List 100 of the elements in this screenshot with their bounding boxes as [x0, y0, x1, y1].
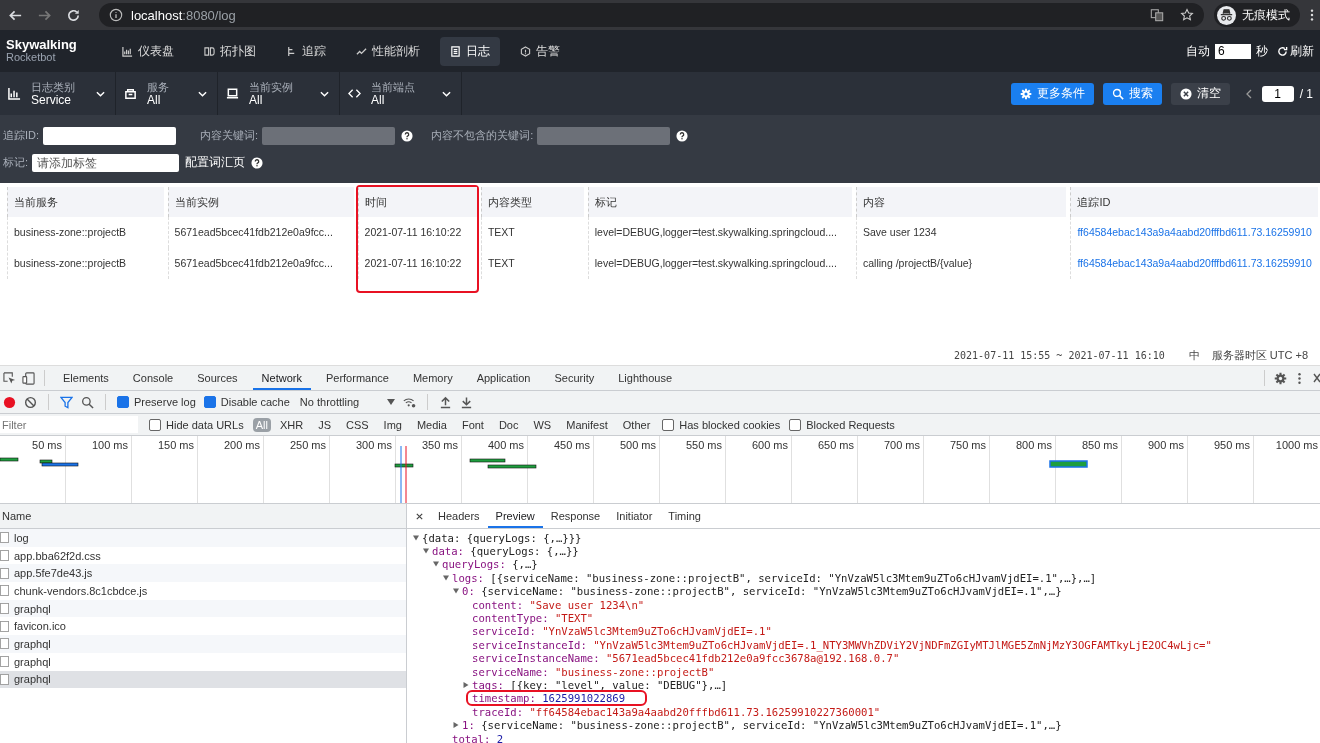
devtools-tab[interactable]: Lighthouse	[609, 366, 682, 390]
checkbox[interactable]: Preserve log	[117, 396, 196, 408]
column-header[interactable]: Name	[0, 504, 406, 529]
type-filter[interactable]: Img	[380, 417, 405, 432]
clear-icon[interactable]	[24, 395, 37, 409]
nav-tab[interactable]: 性能剖析	[346, 36, 430, 66]
request-row[interactable]: graphql	[0, 670, 406, 689]
wifi-gear-icon[interactable]	[403, 395, 417, 409]
checkbox[interactable]: Has blocked cookies	[662, 418, 781, 431]
panel-tab[interactable]: Headers	[430, 504, 488, 528]
panel-tab[interactable]: Response	[542, 504, 609, 528]
caret-icon[interactable]	[433, 561, 439, 568]
device-icon[interactable]	[22, 371, 35, 385]
request-row[interactable]: chunk-vendors.8c1cbdce.js	[0, 582, 406, 600]
table-cell: business-zone::projectB	[7, 217, 164, 248]
request-row[interactable]: app.5fe7de43.js	[0, 564, 406, 583]
nav-tab[interactable]: 日志	[440, 36, 500, 66]
time-range[interactable]: 2021-07-11 15:55 ~ 2021-07-11 16:10	[954, 349, 1165, 361]
translate-icon[interactable]	[1150, 8, 1164, 22]
help-icon[interactable]	[251, 156, 264, 169]
star-icon[interactable]	[1180, 8, 1194, 22]
nav-tab[interactable]: 告警	[510, 36, 570, 66]
type-filter[interactable]: CSS	[342, 417, 372, 432]
topology-icon	[204, 45, 215, 57]
type-filter[interactable]: Doc	[495, 417, 522, 432]
request-row[interactable]: favicon.ico	[0, 617, 406, 636]
address-bar[interactable]: localhost:8080/log	[99, 3, 1204, 27]
caret-icon[interactable]	[463, 682, 469, 688]
clear-button[interactable]: 清空	[1170, 82, 1230, 105]
caret-icon[interactable]	[423, 548, 429, 555]
nav-tab[interactable]: 仪表盘	[112, 36, 184, 66]
checkbox[interactable]: Hide data URLs	[149, 418, 244, 431]
json-entry: total: 2	[451, 732, 505, 743]
nav-tab[interactable]: 拓扑图	[194, 36, 266, 66]
settings-icon[interactable]	[1274, 371, 1287, 385]
filter-icon[interactable]	[60, 395, 73, 409]
caret-icon	[96, 90, 105, 97]
request-row[interactable]: app.bba62f2d.css	[0, 546, 406, 565]
interval-field[interactable]: 6	[1215, 43, 1251, 59]
search-icon[interactable]	[81, 395, 94, 409]
close-icon[interactable]	[1312, 371, 1320, 385]
caret-icon[interactable]	[453, 588, 459, 595]
devtools-tab[interactable]: Console	[123, 366, 183, 390]
type-filter[interactable]: Media	[413, 417, 450, 432]
type-filter[interactable]: Font	[458, 417, 487, 432]
nav-tab[interactable]: 追踪	[276, 36, 336, 66]
table-cell: Save user 1234	[855, 217, 1067, 248]
interval-unit: 秒	[1256, 42, 1268, 60]
more-icon[interactable]	[1310, 8, 1314, 22]
trace-link[interactable]: ff64584ebac143a9a4aabd20fffbd611.73.16259910	[1070, 248, 1318, 279]
request-row[interactable]: graphql	[0, 599, 406, 618]
close-icon[interactable]	[415, 511, 424, 521]
previous-page-icon[interactable]	[1245, 88, 1252, 99]
input-field[interactable]	[43, 126, 177, 145]
inspect-icon[interactable]	[3, 371, 16, 385]
download-icon[interactable]	[460, 395, 474, 409]
throttling-dropdown[interactable]: No throttling	[299, 396, 396, 408]
vocabulary-link[interactable]: 配置词汇页	[185, 154, 246, 171]
type-filter[interactable]: XHR	[276, 417, 307, 432]
language-toggle[interactable]: 中	[1188, 347, 1200, 363]
search-button[interactable]: 搜索	[1102, 82, 1162, 105]
refresh-button[interactable]: 刷新	[1277, 42, 1314, 60]
caret-icon[interactable]	[453, 722, 459, 729]
file-icon	[0, 603, 9, 615]
devtools-tab[interactable]: Sources	[188, 366, 247, 390]
devtools-tab[interactable]: Performance	[316, 366, 398, 390]
page-field[interactable]: 1	[1261, 85, 1294, 102]
trend-icon	[356, 45, 367, 57]
record-icon[interactable]	[3, 395, 16, 409]
info-icon[interactable]	[109, 8, 123, 22]
reload-icon[interactable]	[66, 7, 81, 23]
tick-label: 1000 ms	[1275, 439, 1318, 451]
devtools-tab[interactable]: Application	[467, 366, 540, 390]
profile-button[interactable]: 无痕模式	[1214, 3, 1300, 27]
panel-tab[interactable]: Initiator	[608, 504, 661, 528]
column-header: 内容	[855, 187, 1067, 217]
caret-icon[interactable]	[443, 574, 449, 581]
request-row[interactable]: graphql	[0, 635, 406, 653]
tick-label: 500 ms	[619, 439, 656, 451]
panel-tab[interactable]: Timing	[660, 504, 709, 528]
json-entry: serviceInstanceName: "5671ead5bcec41fdb212e0a9fcc3678a@192.168.0.7"	[471, 652, 901, 665]
checkbox[interactable]: Blocked Requests	[789, 418, 895, 431]
request-row[interactable]: graphql	[0, 652, 406, 671]
type-filter[interactable]: WS	[530, 417, 555, 432]
file-icon	[0, 532, 9, 544]
incognito-icon	[1217, 5, 1236, 25]
devtools-tab[interactable]: Security	[545, 366, 604, 390]
devtools-tab[interactable]: Elements	[54, 366, 118, 390]
tag-input-field[interactable]: 请添加标签	[32, 153, 180, 172]
checkbox[interactable]: Disable cache	[203, 396, 290, 408]
devtools-tab[interactable]: Memory	[403, 366, 462, 390]
filter-field[interactable]: Filter	[0, 416, 138, 433]
type-filter[interactable]: Other	[619, 417, 654, 432]
type-filter[interactable]: Manifest	[563, 417, 611, 432]
caret-icon[interactable]	[413, 534, 419, 541]
more-filters-button[interactable]: 更多条件	[1010, 82, 1094, 105]
trace-link[interactable]: ff64584ebac143a9a4aabd20fffbd611.73.16259910	[1070, 217, 1318, 248]
upload-icon[interactable]	[439, 395, 453, 409]
request-row[interactable]: log	[0, 529, 406, 547]
type-filter[interactable]: JS	[315, 417, 334, 432]
